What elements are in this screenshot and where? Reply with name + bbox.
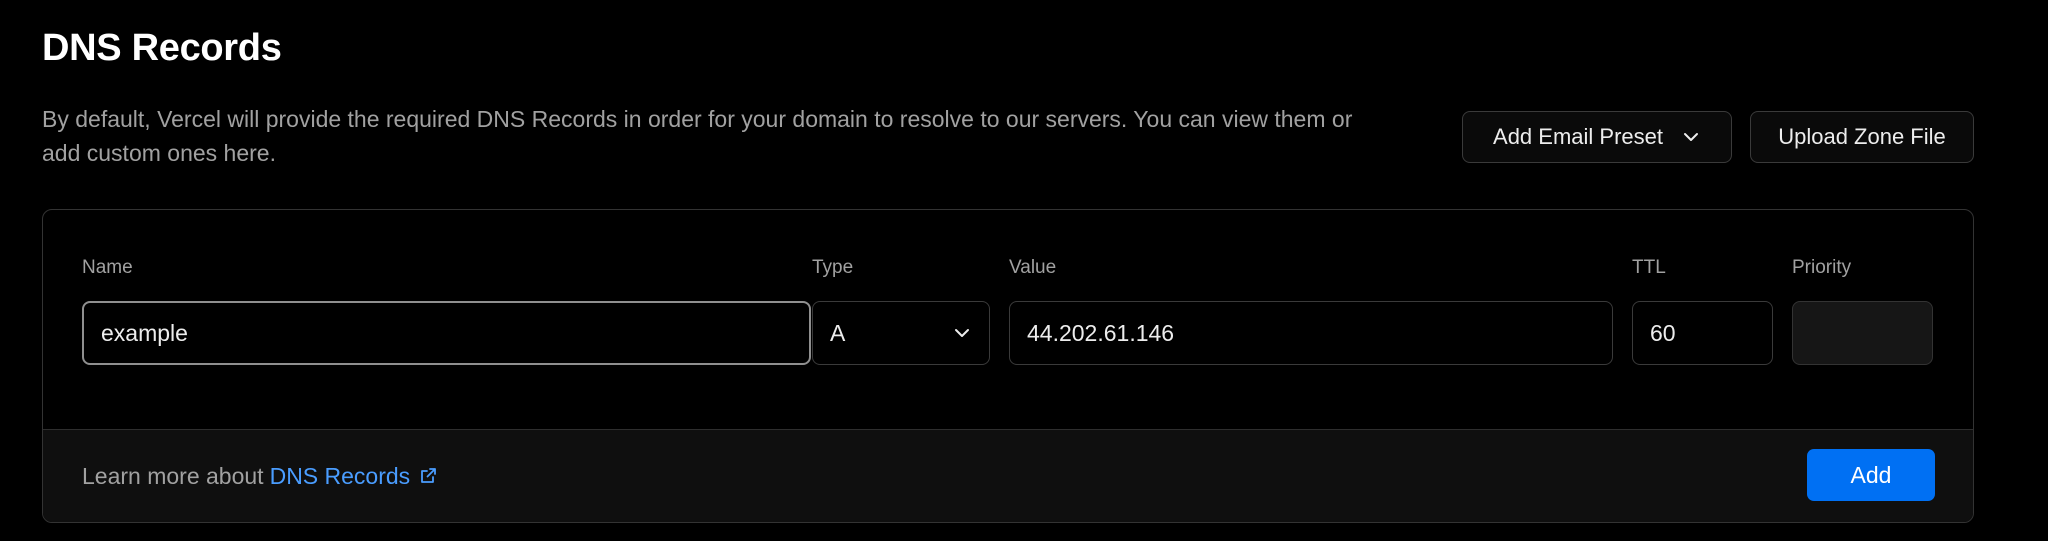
page-title: DNS Records xyxy=(42,27,282,69)
value-input[interactable]: 44.202.61.146 xyxy=(1009,301,1613,365)
chevron-down-icon xyxy=(952,323,972,343)
add-email-preset-button[interactable]: Add Email Preset xyxy=(1462,111,1732,163)
add-record-label: Add xyxy=(1850,461,1892,488)
name-input[interactable]: example xyxy=(82,301,811,365)
type-select[interactable]: A xyxy=(812,301,990,365)
dns-record-form-card: Name example Type A Value 44.202.61.146 … xyxy=(42,209,1974,523)
add-record-button[interactable]: Add xyxy=(1807,449,1935,501)
type-field-label: Type xyxy=(812,257,854,278)
type-select-value: A xyxy=(830,319,846,346)
chevron-down-icon xyxy=(1681,127,1701,147)
dns-records-link[interactable]: DNS Records xyxy=(270,463,439,490)
value-field-label: Value xyxy=(1009,257,1057,278)
priority-field-label: Priority xyxy=(1792,257,1852,278)
value-input-value: 44.202.61.146 xyxy=(1027,319,1175,346)
name-field-label: Name xyxy=(82,257,133,278)
name-input-value: example xyxy=(101,319,188,346)
ttl-input-value: 60 xyxy=(1650,319,1676,346)
ttl-input[interactable]: 60 xyxy=(1632,301,1773,365)
learn-more-text: Learn more about xyxy=(82,462,264,489)
add-email-preset-label: Add Email Preset xyxy=(1493,124,1663,149)
form-footer: Learn more about DNS Records Add xyxy=(43,429,1973,522)
learn-more: Learn more about DNS Records xyxy=(82,430,438,522)
priority-input xyxy=(1792,301,1933,365)
external-link-icon xyxy=(418,466,438,486)
upload-zone-file-label: Upload Zone File xyxy=(1778,124,1946,149)
ttl-field-label: TTL xyxy=(1632,257,1666,278)
page-description: By default, Vercel will provide the requ… xyxy=(42,106,1353,166)
upload-zone-file-button[interactable]: Upload Zone File xyxy=(1750,111,1974,163)
dns-records-link-label: DNS Records xyxy=(269,462,411,489)
